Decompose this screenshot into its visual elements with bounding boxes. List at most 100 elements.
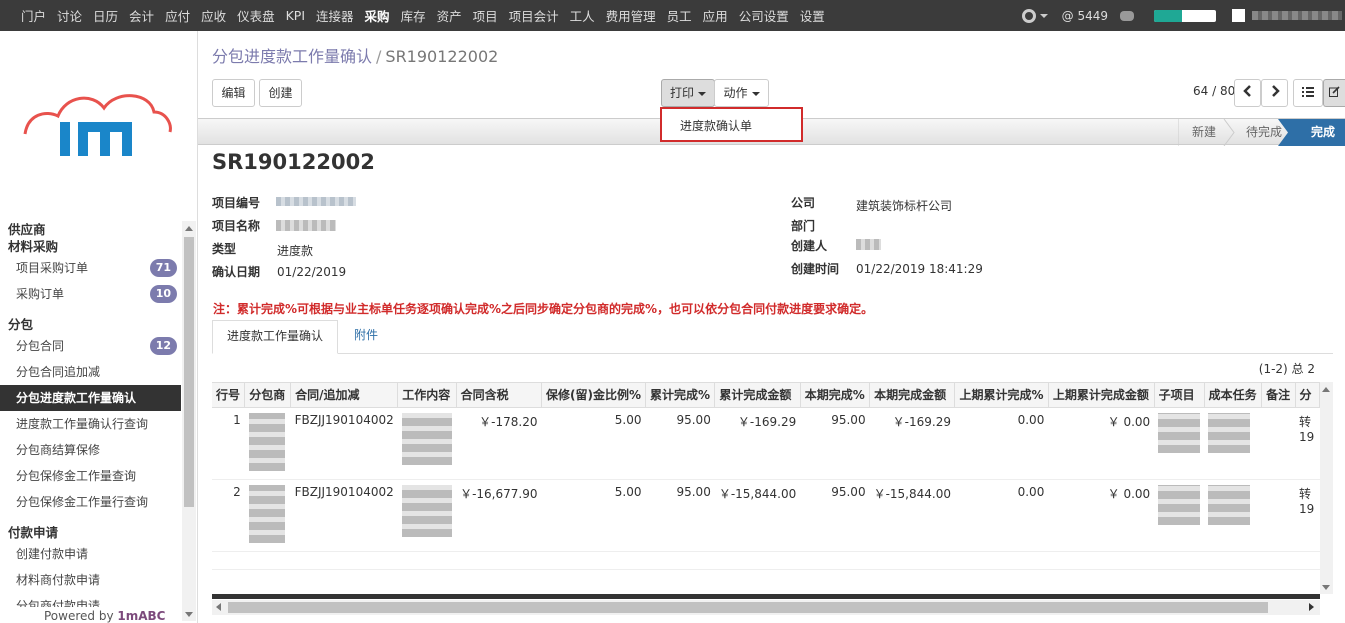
cell-subproject-blurred — [1154, 407, 1205, 480]
powered-brand[interactable]: 1mABC — [117, 609, 165, 623]
menu-connector[interactable]: 连接器 — [316, 6, 354, 25]
menu-expenses[interactable]: 费用管理 — [606, 6, 656, 25]
print-button[interactable]: 打印 — [661, 79, 715, 107]
menu-portal[interactable]: 门户 — [21, 6, 46, 25]
pager-previous-button[interactable] — [1234, 79, 1261, 107]
column-header[interactable]: 成本任务 — [1204, 383, 1263, 408]
table-row[interactable]: 1 FBZJJ190104002 ￥-178.20 5.00 95.00 ￥-1… — [212, 407, 1320, 480]
column-header[interactable]: 保修(留)金比例% — [541, 383, 646, 408]
menu-project[interactable]: 项目 — [473, 6, 498, 25]
table-horizontal-scrollbar[interactable] — [212, 600, 1320, 615]
sidebar-item-subcontractor-settlement[interactable]: 分包商结算保修 — [0, 437, 181, 463]
cell-cost-task-blurred — [1204, 479, 1262, 552]
column-header[interactable]: 行号 — [212, 383, 246, 408]
scroll-down-icon[interactable] — [185, 612, 193, 617]
column-header[interactable]: 本期完成% — [800, 383, 871, 408]
table-vertical-scrollbar[interactable] — [1320, 382, 1333, 594]
menu-settings[interactable]: 设置 — [800, 6, 825, 25]
menu-dashboard[interactable]: 仪表盘 — [237, 6, 275, 25]
menu-project-accounting[interactable]: 项目会计 — [509, 6, 559, 25]
table-row[interactable]: 2 FBZJJ190104002 ￥-16,677.90 5.00 95.00 … — [212, 479, 1320, 552]
sidebar-item-subcontractor-payment-request[interactable]: 分包商付款申请 — [0, 593, 181, 607]
column-header[interactable]: 工作内容 — [397, 383, 457, 408]
sidebar-item-material-payment-request[interactable]: 材料商付款申请 — [0, 567, 181, 593]
company-logo — [23, 94, 172, 156]
scroll-left-icon[interactable] — [216, 603, 221, 611]
menu-company-settings[interactable]: 公司设置 — [739, 6, 789, 25]
menu-inventory[interactable]: 库存 — [401, 6, 426, 25]
scroll-up-icon[interactable] — [185, 226, 193, 231]
messages-count[interactable]: @ 5449 — [1062, 9, 1108, 23]
stage-new[interactable]: 新建 — [1176, 119, 1216, 146]
field-value-company[interactable]: 建筑装饰标杆公司 — [856, 197, 952, 214]
column-header[interactable]: 累计完成金额 — [714, 383, 801, 408]
scrollbar-thumb[interactable] — [184, 237, 194, 507]
column-header[interactable]: 本期完成金额 — [869, 383, 956, 408]
chevron-down-icon[interactable] — [1039, 13, 1048, 18]
user-name-blurred[interactable] — [1252, 11, 1342, 20]
print-label: 打印 — [669, 86, 694, 100]
column-header[interactable]: 分 — [1295, 383, 1320, 408]
menu-workers[interactable]: 工人 — [570, 6, 595, 25]
column-header[interactable]: 上期累计完成金额 — [1048, 383, 1155, 408]
sidebar-item-progress-confirm[interactable]: 分包进度款工作量确认 — [0, 385, 181, 411]
menu-calendar[interactable]: 日历 — [93, 6, 118, 25]
column-header[interactable]: 备注 — [1261, 383, 1296, 408]
sidebar-item-label: 分包商结算保修 — [16, 443, 101, 457]
menu-assets[interactable]: 资产 — [437, 6, 462, 25]
sidebar-item-retention-line-query[interactable]: 分包保修金工作量行查询 — [0, 489, 181, 515]
breadcrumb-parent[interactable]: 分包进度款工作量确认 — [212, 47, 372, 66]
field-value-create-time: 01/22/2019 18:41:29 — [856, 262, 983, 276]
column-header[interactable]: 分包商 — [244, 383, 292, 408]
edit-button[interactable]: 编辑 — [212, 79, 255, 107]
menu-employees[interactable]: 员工 — [667, 6, 692, 25]
field-value-confirm-date[interactable]: 01/22/2019 — [277, 265, 346, 279]
tab-attachments[interactable]: 附件 — [340, 320, 392, 354]
progress-fill — [1154, 9, 1182, 22]
column-header[interactable]: 上期累计完成% — [954, 383, 1049, 408]
cell-retention-ratio: 5.00 — [541, 479, 646, 552]
list-icon — [1302, 87, 1314, 97]
column-header[interactable]: 子项目 — [1154, 383, 1205, 408]
sidebar-item-subcontract[interactable]: 分包合同 12 — [0, 333, 181, 359]
stage-done[interactable]: 完成 — [1295, 119, 1335, 146]
create-button[interactable]: 创建 — [259, 79, 302, 107]
cell-current-pct: 95.00 — [800, 407, 870, 480]
scroll-right-icon[interactable] — [1309, 603, 1314, 611]
column-header[interactable]: 合同含税 — [456, 383, 542, 408]
list-view-button[interactable] — [1293, 79, 1323, 107]
sidebar-item-subcontract-adjust[interactable]: 分包合同追加减 — [0, 359, 181, 385]
menu-apps[interactable]: 应用 — [703, 6, 728, 25]
menu-accounting[interactable]: 会计 — [129, 6, 154, 25]
stage-pending[interactable]: 待完成 — [1230, 119, 1282, 146]
gear-icon[interactable] — [1021, 8, 1036, 23]
action-button[interactable]: 动作 — [714, 79, 769, 107]
sidebar-item-retention-query[interactable]: 分包保修金工作量查询 — [0, 463, 181, 489]
field-label-creator: 创建人 — [791, 239, 828, 253]
tab-progress-confirm[interactable]: 进度款工作量确认 — [212, 320, 339, 354]
field-value-type[interactable]: 进度款 — [277, 242, 313, 259]
cell-previous-amount: ￥ 0.00 — [1048, 407, 1155, 480]
scroll-down-icon[interactable] — [1322, 585, 1330, 590]
column-header[interactable]: 合同/追加减 — [290, 383, 399, 408]
menu-kpi[interactable]: KPI — [286, 8, 305, 23]
scrollbar-thumb[interactable] — [228, 602, 1268, 613]
scroll-up-icon[interactable] — [1322, 387, 1330, 392]
sidebar-item-label: 分包合同追加减 — [16, 365, 101, 379]
menu-purchase[interactable]: 采购 — [365, 6, 390, 25]
sidebar-scrollbar[interactable] — [182, 221, 196, 621]
form-view-button[interactable] — [1323, 79, 1345, 107]
column-header[interactable]: 累计完成% — [645, 383, 716, 408]
menu-receivable[interactable]: 应收 — [201, 6, 226, 25]
cell-line-no: 2 — [212, 479, 245, 552]
menu-discuss[interactable]: 讨论 — [57, 6, 82, 25]
sidebar-item-progress-line-query[interactable]: 进度款工作量确认行查询 — [0, 411, 181, 437]
chat-icon[interactable] — [1120, 10, 1134, 21]
sidebar-item-project-purchase-order[interactable]: 项目采购订单 71 — [0, 255, 181, 281]
menu-payable[interactable]: 应付 — [165, 6, 190, 25]
sidebar-item-purchase-order[interactable]: 采购订单 10 — [0, 281, 181, 307]
sidebar-item-create-payment-request[interactable]: 创建付款申请 — [0, 541, 181, 567]
avatar[interactable] — [1232, 9, 1245, 22]
menu-item-progress-confirm-sheet[interactable]: 进度款确认单 — [680, 117, 752, 134]
pager-next-button[interactable] — [1261, 79, 1288, 107]
